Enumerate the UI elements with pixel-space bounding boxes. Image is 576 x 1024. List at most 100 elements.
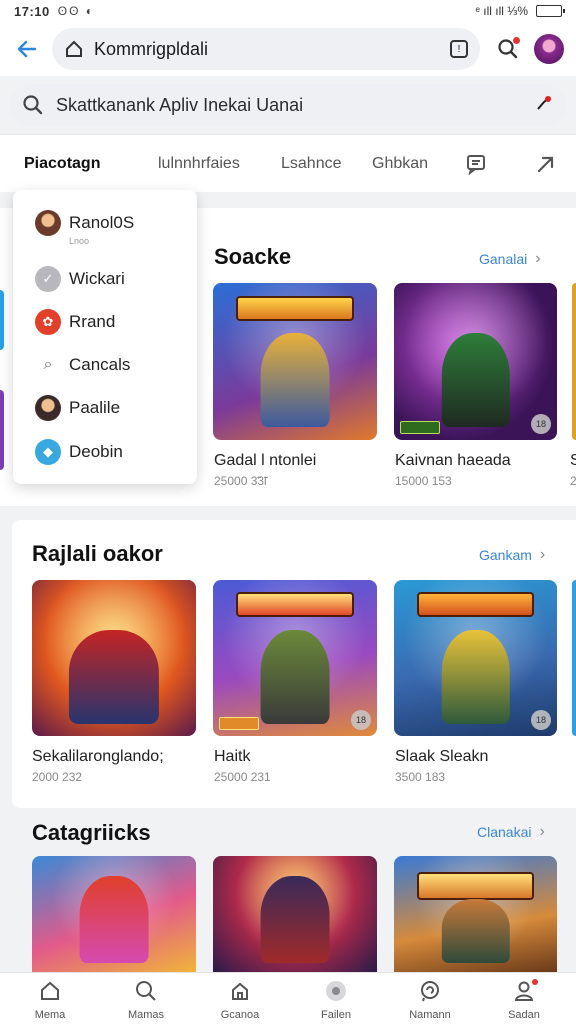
search-button[interactable] — [492, 33, 524, 65]
chevron-right-icon: › — [539, 546, 546, 563]
menu-item[interactable]: ✿ Rrand — [35, 309, 115, 335]
person-icon — [512, 979, 538, 1003]
game-meta: 25000 231 — [214, 770, 271, 784]
hero-figure — [260, 333, 330, 428]
game-meta: 2 — [570, 474, 576, 488]
back-button[interactable] — [12, 34, 42, 64]
section-title: Rajlali oakor — [32, 541, 163, 566]
house-icon — [228, 979, 252, 1003]
game-name[interactable]: Slaak Sleakn — [395, 748, 488, 766]
back-arrow-icon — [17, 40, 37, 58]
game-name[interactable]: Gadal l ntonlei — [214, 452, 316, 470]
game-thumbnail[interactable] — [32, 580, 196, 736]
game-thumbnail[interactable]: 18 — [394, 283, 557, 440]
section-see-all[interactable]: Ganalai › — [479, 250, 541, 268]
search-icon — [23, 95, 43, 115]
nav-label: Mamas — [127, 1009, 165, 1021]
game-name[interactable]: Kaivnan haeada — [395, 452, 511, 470]
hero-figure — [441, 629, 510, 724]
menu-item[interactable]: ✓ Wickari — [35, 266, 125, 292]
address-text: Kommrigpldali — [94, 38, 209, 59]
nav-item-games[interactable]: Gcanoa — [200, 979, 280, 1021]
nav-item-search[interactable]: Mamas — [106, 979, 186, 1021]
nav-label: Namann — [409, 1009, 451, 1021]
hero-figure — [260, 629, 330, 724]
info-badge: 18 — [531, 710, 551, 730]
nav-label: Failen — [321, 1009, 351, 1021]
hero-figure — [441, 898, 510, 963]
browser-top-bar: Kommrigpldali ! — [0, 22, 576, 76]
menu-item[interactable]: Paalile — [35, 395, 120, 421]
notification-dot — [532, 979, 538, 985]
nav-item-home[interactable]: Mema — [10, 979, 90, 1021]
nav-label: Sadan — [508, 1009, 540, 1021]
game-meta: 2000 232 — [32, 770, 83, 784]
status-bar: 17:10 ʘʘ ◐ ᵉ ıll ıll ⅓% — [0, 0, 576, 22]
game-name[interactable]: Haitk — [214, 748, 250, 766]
tabs-count-icon[interactable]: ! — [450, 40, 468, 58]
game-logo-art — [416, 592, 535, 618]
game-name[interactable]: S — [570, 452, 576, 470]
mic-icon — [537, 95, 551, 110]
menu-item-label: Ranol0S — [69, 213, 135, 232]
home-icon — [38, 979, 62, 1003]
info-badge: 18 — [531, 414, 551, 434]
menu-item-label: Rrand — [69, 312, 116, 331]
info-badge: 18 — [351, 710, 371, 730]
search-bar[interactable]: Skattkanank Apliv Inekai Uanai — [10, 84, 566, 126]
nav-item-follow[interactable]: Failen — [296, 979, 376, 1021]
game-thumbnail-partial[interactable] — [572, 283, 576, 440]
search-icon: ⌕ — [35, 352, 61, 378]
address-bar[interactable]: Kommrigpldali ! — [52, 28, 480, 70]
home-icon — [66, 40, 82, 57]
nav-label: Mema — [34, 1009, 66, 1021]
see-all-label: Ganalai — [479, 251, 528, 267]
tab-1[interactable]: lulnnhrfaies — [158, 155, 240, 173]
nav-item-messages[interactable]: Namann — [390, 979, 470, 1021]
game-thumbnail[interactable] — [394, 856, 557, 972]
status-icons: ʘʘ ◐ — [57, 4, 95, 18]
bottom-navigation: Mema Mamas Gcanoa Failen Namann Sadan — [0, 972, 576, 1024]
menu-item-label: Deobin — [69, 442, 123, 461]
menu-item-label: Wickari — [69, 269, 125, 288]
voice-search-icon[interactable] — [534, 93, 554, 118]
blue-dot-icon: ◆ — [35, 439, 61, 465]
game-logo-art — [416, 872, 535, 901]
game-thumbnail-partial[interactable] — [572, 580, 576, 736]
menu-item[interactable]: ◆ Deobin — [35, 439, 123, 465]
section-see-all[interactable]: Gankam › — [479, 546, 545, 564]
menu-item-account[interactable]: Ranol0S — [35, 210, 134, 236]
see-all-label: Gankam — [479, 547, 532, 563]
side-stub — [0, 390, 4, 470]
signal-icons: ᵉ ıll ıll ⅓% — [475, 4, 528, 18]
chevron-right-icon: › — [539, 823, 545, 840]
tab-3[interactable]: Ghbkan — [372, 155, 428, 173]
menu-item-subtext: Lnoo — [69, 236, 90, 246]
game-meta: 3500 183 — [395, 770, 446, 784]
notification-dot — [513, 37, 520, 44]
game-thumbnail[interactable] — [213, 283, 377, 440]
share-icon[interactable] — [535, 153, 557, 175]
game-meta: 25000 3̃3̃l — [214, 474, 267, 488]
game-thumbnail[interactable] — [32, 856, 196, 972]
game-thumbnail[interactable] — [213, 856, 377, 972]
tab-0[interactable]: Piacotagn — [24, 155, 100, 173]
game-name[interactable]: Sekalilaronglando; — [32, 748, 164, 766]
game-thumbnail[interactable]: 18 — [394, 580, 557, 736]
nav-item-profile[interactable]: Sadan — [484, 979, 564, 1021]
category-tabs: Piacotagn lulnnhrfaies Lsahnce Ghbkan — [0, 134, 576, 192]
profile-avatar[interactable] — [534, 34, 564, 64]
section-see-all[interactable]: Clanakai › — [477, 823, 545, 841]
game-logo-art — [235, 295, 355, 321]
chat-icon — [418, 979, 442, 1003]
game-thumbnail[interactable]: 18 — [213, 580, 377, 736]
game-tag-badge — [400, 421, 440, 434]
menu-item[interactable]: ⌕ Cancals — [35, 352, 130, 378]
nav-label: Gcanoa — [220, 1009, 260, 1021]
message-icon[interactable] — [465, 153, 487, 175]
tab-2[interactable]: Lsahnce — [281, 155, 342, 173]
status-right: ᵉ ıll ıll ⅓% — [475, 4, 565, 18]
battery-icon — [536, 5, 565, 17]
hero-figure — [260, 875, 330, 963]
hero-figure — [68, 629, 160, 724]
